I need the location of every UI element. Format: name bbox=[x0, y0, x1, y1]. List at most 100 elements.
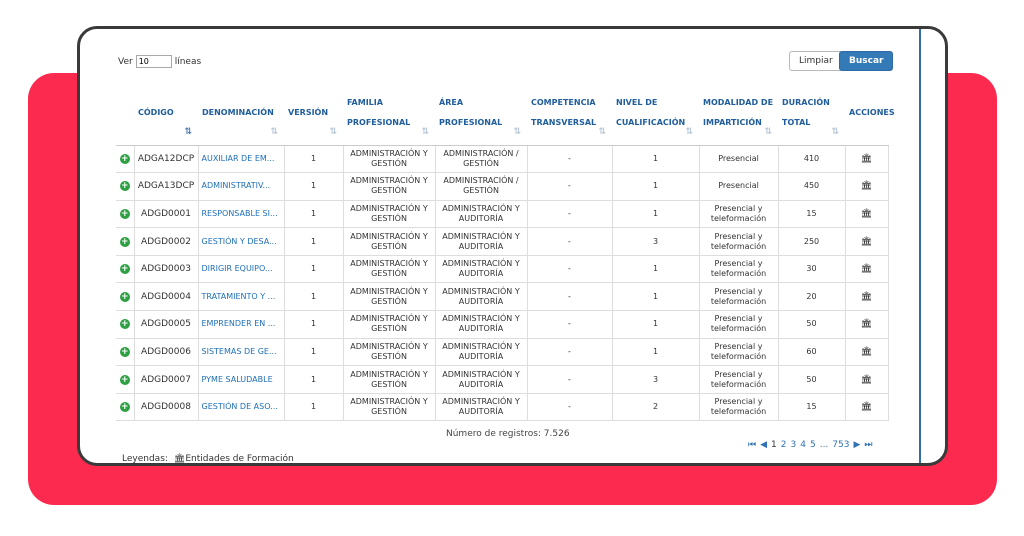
first-page-icon[interactable]: ⏮ bbox=[748, 440, 756, 450]
cell-competencia: - bbox=[526, 282, 613, 312]
sort-icon[interactable]: ⇅ bbox=[421, 127, 429, 137]
cell-area: ADMINISTRACIÓN / GESTIÓN bbox=[434, 144, 528, 174]
cell-denominacion[interactable]: PYME SALUDABLE bbox=[197, 365, 285, 394]
cell-competencia: - bbox=[526, 144, 613, 174]
cell-area: ADMINISTRACIÓN / GESTIÓN bbox=[434, 172, 528, 201]
institution-icon[interactable]: 🏛︎ bbox=[861, 375, 872, 385]
column-header-label: COMPETENCIA TRANSVERSAL bbox=[531, 97, 597, 127]
column-header[interactable]: DURACIÓN TOTAL ⇅ bbox=[778, 81, 845, 146]
cell-familia: ADMINISTRACIÓN Y GESTIÓN bbox=[342, 310, 436, 339]
cell-area: ADMINISTRACIÓN Y AUDITORÍA bbox=[434, 365, 528, 394]
sort-icon[interactable]: ⇅ bbox=[764, 127, 772, 137]
cell-familia: ADMINISTRACIÓN Y GESTIÓN bbox=[342, 392, 436, 422]
cell-nivel: 2 bbox=[611, 392, 700, 422]
column-header[interactable]: MODALIDAD DE IMPARTICIÓN ⇅ bbox=[699, 81, 778, 146]
page-link[interactable]: 2 bbox=[781, 440, 787, 450]
column-header[interactable]: CÓDIGO ⇅ bbox=[134, 81, 198, 146]
cell-area: ADMINISTRACIÓN Y AUDITORÍA bbox=[434, 310, 528, 339]
institution-icon[interactable]: 🏛︎ bbox=[861, 292, 872, 302]
buscar-button[interactable]: Buscar bbox=[839, 51, 894, 71]
expand-cell: + bbox=[116, 144, 135, 174]
cell-denominacion[interactable]: AUXILIAR DE EM... bbox=[197, 144, 285, 174]
expand-plus-icon[interactable]: + bbox=[119, 264, 130, 275]
institution-icon[interactable]: 🏛︎ bbox=[861, 264, 872, 274]
sort-icon[interactable]: ⇅ bbox=[270, 127, 278, 137]
column-header[interactable]: ACCIONES bbox=[845, 81, 895, 146]
cell-denominacion[interactable]: DIRIGIR EQUIPO... bbox=[197, 254, 285, 284]
sort-icon[interactable]: ⇅ bbox=[513, 127, 521, 137]
cell-denominacion[interactable]: EMPRENDER EN ... bbox=[197, 310, 285, 339]
column-header[interactable]: VERSIÓN ⇅ bbox=[284, 81, 343, 146]
cell-area: ADMINISTRACIÓN Y AUDITORÍA bbox=[434, 282, 528, 312]
page-link-last[interactable]: 753 bbox=[832, 440, 849, 450]
expand-plus-icon[interactable]: + bbox=[119, 153, 130, 164]
prev-page-icon[interactable]: ◀ bbox=[760, 440, 767, 450]
cell-version: 1 bbox=[283, 227, 344, 256]
expand-plus-icon[interactable]: + bbox=[119, 346, 130, 357]
page-length-input[interactable] bbox=[135, 55, 172, 68]
cell-modalidad: Presencial y teleformación bbox=[698, 199, 779, 229]
expand-plus-icon[interactable]: + bbox=[119, 374, 130, 385]
cell-denominacion[interactable]: SISTEMAS DE GE... bbox=[197, 337, 285, 367]
cell-duracion: 410 bbox=[777, 144, 846, 174]
cell-denominacion[interactable]: GESTIÓN Y DESA... bbox=[197, 227, 285, 256]
scrollbar-line[interactable] bbox=[919, 29, 921, 463]
table-row: + ADGD0005 EMPRENDER EN ... 1 ADMINISTRACIÓN… bbox=[116, 310, 889, 339]
page-link[interactable]: 3 bbox=[791, 440, 797, 450]
cell-familia: ADMINISTRACIÓN Y GESTIÓN bbox=[342, 254, 436, 284]
cell-codigo: ADGD0001 bbox=[133, 199, 199, 229]
cell-denominacion[interactable]: GESTIÓN DE ASO... bbox=[197, 392, 285, 422]
table-row: + ADGD0004 TRATAMIENTO Y ... 1 ADMINISTRACIÓ… bbox=[116, 282, 889, 312]
cell-codigo: ADGD0003 bbox=[133, 254, 199, 284]
column-header[interactable]: NIVEL DE CUALIFICACIÓN ⇅ bbox=[612, 81, 699, 146]
sort-icon[interactable]: ⇅ bbox=[831, 127, 839, 137]
expand-cell: + bbox=[116, 172, 135, 201]
institution-icon[interactable]: 🏛︎ bbox=[861, 319, 872, 329]
expand-plus-icon[interactable]: + bbox=[119, 236, 130, 247]
stage: Ver líneas Limpiar Buscar CÓDIGO⇅DENOMIN… bbox=[0, 0, 1024, 536]
cell-nivel: 3 bbox=[611, 365, 700, 394]
institution-icon[interactable]: 🏛︎ bbox=[861, 237, 872, 247]
cell-codigo: ADGD0006 bbox=[133, 337, 199, 367]
cell-modalidad: Presencial y teleformación bbox=[698, 310, 779, 339]
table-row: + ADGD0007 PYME SALUDABLE 1 ADMINISTRACIÓN Y… bbox=[116, 365, 889, 394]
column-header[interactable]: COMPETENCIA TRANSVERSAL ⇅ bbox=[527, 81, 612, 146]
cell-codigo: ADGD0007 bbox=[133, 365, 199, 394]
expand-plus-icon[interactable]: + bbox=[119, 181, 130, 192]
last-page-icon[interactable]: ⏭ bbox=[864, 440, 872, 450]
cell-nivel: 1 bbox=[611, 337, 700, 367]
page-link[interactable]: 4 bbox=[800, 440, 806, 450]
page-link[interactable]: 1 bbox=[771, 440, 777, 450]
lineas-label: líneas bbox=[174, 56, 202, 67]
cell-competencia: - bbox=[526, 172, 613, 201]
cell-familia: ADMINISTRACIÓN Y GESTIÓN bbox=[342, 227, 436, 256]
column-header[interactable]: FAMILIA PROFESIONAL ⇅ bbox=[343, 81, 435, 146]
institution-icon[interactable]: 🏛︎ bbox=[861, 154, 872, 164]
column-header-label: ÁREA PROFESIONAL bbox=[439, 97, 503, 127]
cell-modalidad: Presencial y teleformación bbox=[698, 365, 779, 394]
expand-plus-icon[interactable]: + bbox=[119, 402, 130, 413]
cell-version: 1 bbox=[283, 392, 344, 422]
institution-icon[interactable]: 🏛︎ bbox=[861, 347, 872, 357]
sort-icon[interactable]: ⇅ bbox=[329, 127, 337, 137]
expand-plus-icon[interactable]: + bbox=[119, 291, 130, 302]
sort-icon[interactable]: ⇅ bbox=[598, 127, 606, 137]
cell-familia: ADMINISTRACIÓN Y GESTIÓN bbox=[342, 337, 436, 367]
column-header[interactable]: ÁREA PROFESIONAL ⇅ bbox=[435, 81, 527, 146]
limpiar-button[interactable]: Limpiar bbox=[789, 51, 843, 71]
column-header[interactable]: DENOMINACIÓN ⇅ bbox=[198, 81, 284, 146]
institution-icon[interactable]: 🏛︎ bbox=[861, 402, 872, 412]
institution-icon[interactable]: 🏛︎ bbox=[861, 209, 872, 219]
page-link[interactable]: 5 bbox=[810, 440, 816, 450]
sort-icon[interactable]: ⇅ bbox=[184, 127, 192, 137]
expand-plus-icon[interactable]: + bbox=[119, 319, 130, 330]
cell-denominacion[interactable]: TRATAMIENTO Y ... bbox=[197, 282, 285, 312]
cell-denominacion[interactable]: ADMINISTRATIV... bbox=[197, 172, 285, 201]
expand-plus-icon[interactable]: + bbox=[119, 208, 130, 219]
cell-duracion: 15 bbox=[777, 392, 846, 422]
sort-icon[interactable]: ⇅ bbox=[685, 127, 693, 137]
institution-icon[interactable]: 🏛︎ bbox=[861, 181, 872, 191]
next-page-icon[interactable]: ▶ bbox=[853, 440, 860, 450]
column-header-label: ACCIONES bbox=[849, 107, 895, 117]
cell-denominacion[interactable]: RESPONSABLE SI... bbox=[197, 199, 285, 229]
